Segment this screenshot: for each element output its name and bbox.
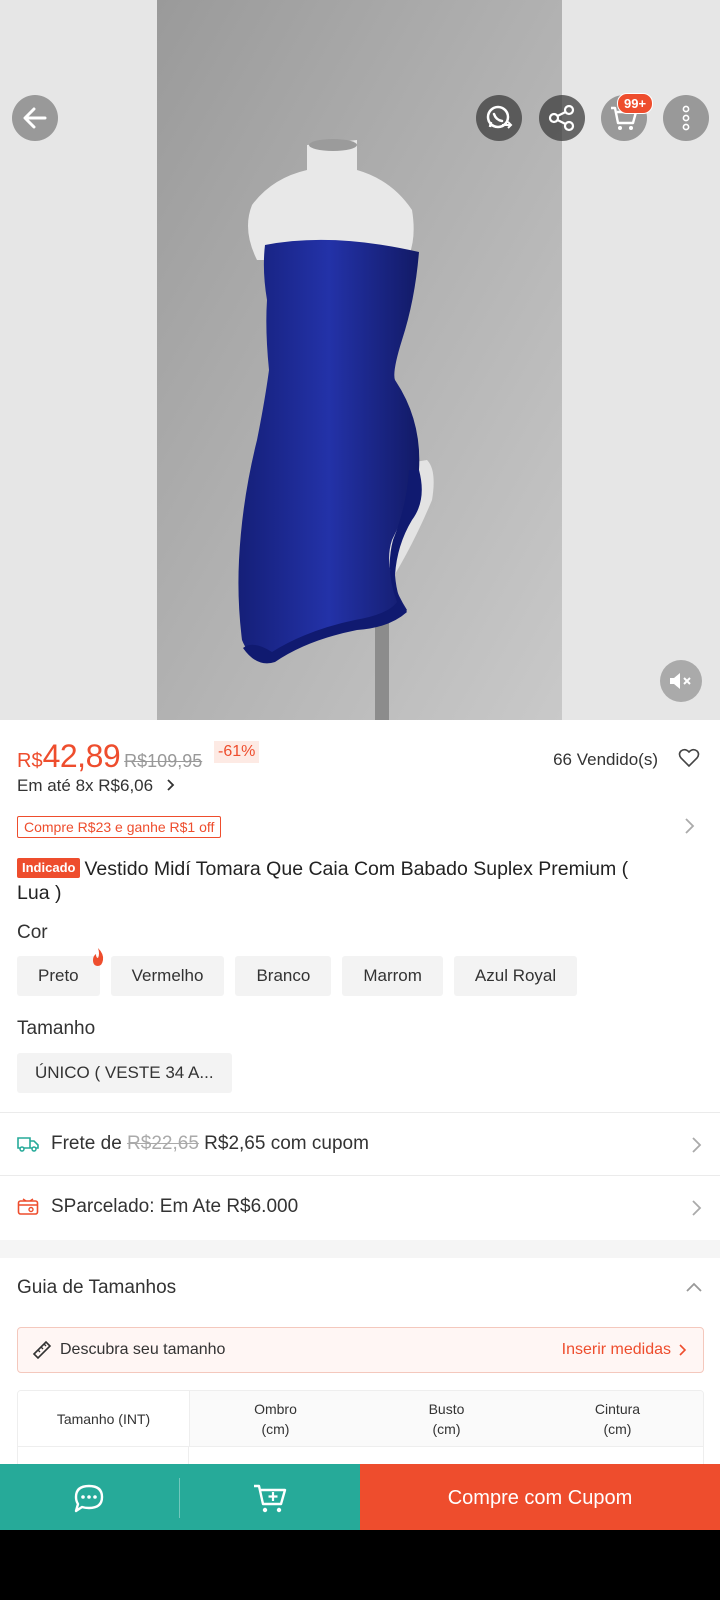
credit-card-icon bbox=[17, 1196, 39, 1218]
header-unit: (cm) bbox=[603, 1420, 632, 1437]
color-option[interactable]: Azul Royal bbox=[453, 956, 578, 996]
back-arrow-icon bbox=[23, 107, 47, 129]
shipping-old-price: R$22,65 bbox=[127, 1133, 199, 1154]
chevron-right-icon bbox=[167, 779, 175, 791]
favorite-heart-icon[interactable] bbox=[678, 748, 700, 768]
back-button[interactable] bbox=[12, 95, 58, 141]
bottom-action-bar: Compre com Cupom bbox=[0, 1464, 720, 1530]
insert-measures-link[interactable]: Inserir medidas bbox=[562, 1341, 671, 1359]
color-label: Cor bbox=[17, 922, 48, 943]
size-table-header-cell: Busto (cm) bbox=[361, 1391, 532, 1446]
chevron-right-icon bbox=[679, 1344, 687, 1356]
recommended-badge: Indicado bbox=[17, 858, 81, 878]
original-price: R$109,95 bbox=[124, 751, 203, 771]
find-size-banner[interactable]: Descubra seu tamanho Inserir medidas bbox=[17, 1327, 704, 1373]
installment-plan-text: SParcelado: Em Ate R$6.000 bbox=[51, 1196, 299, 1217]
header-text: Cintura bbox=[594, 1400, 641, 1417]
discount-badge: -61% bbox=[214, 741, 260, 763]
cart-count-badge: 99+ bbox=[617, 93, 654, 114]
size-label: Tamanho bbox=[17, 1018, 96, 1039]
shipping-new-price: R$2,65 com cupom bbox=[204, 1133, 369, 1154]
share-button[interactable] bbox=[539, 95, 585, 141]
color-option[interactable]: Vermelho bbox=[110, 956, 225, 996]
find-size-label: Descubra seu tamanho bbox=[60, 1341, 226, 1358]
chat-icon bbox=[74, 1484, 104, 1513]
chat-button[interactable] bbox=[0, 1464, 180, 1530]
installment-plan-row[interactable]: SParcelado: Em Ate R$6.000 bbox=[17, 1176, 703, 1238]
chevron-up-icon[interactable] bbox=[684, 1281, 704, 1293]
header-unit: (cm) bbox=[261, 1420, 290, 1437]
product-page: 99+ R$ 42,89 R$109,95 -61% 66 Vendido(s)… bbox=[0, 0, 720, 1530]
divider bbox=[179, 1478, 180, 1518]
size-table-header: Tamanho (INT) Ombro (cm) Busto (cm) Cintur… bbox=[18, 1391, 703, 1447]
whatsapp-share-icon bbox=[486, 105, 513, 129]
current-price: 42,89 bbox=[42, 738, 121, 774]
size-table-header-cell: Tamanho (INT) bbox=[18, 1391, 190, 1446]
color-option-label: Preto bbox=[38, 966, 79, 985]
mute-button[interactable] bbox=[660, 660, 702, 702]
color-option-label: Branco bbox=[256, 966, 311, 985]
color-option-label: Marrom bbox=[363, 966, 422, 985]
color-option[interactable]: Marrom bbox=[342, 956, 443, 996]
add-to-cart-icon bbox=[254, 1484, 287, 1513]
header-text: Busto bbox=[428, 1400, 465, 1417]
color-option-label: Azul Royal bbox=[474, 966, 557, 985]
mute-icon bbox=[670, 673, 691, 689]
size-option[interactable]: ÚNICO ( VESTE 34 A... bbox=[17, 1053, 232, 1093]
truck-icon bbox=[17, 1133, 39, 1155]
product-title-text: Vestido Midí Tomara Que Caia Com Babado … bbox=[17, 858, 629, 904]
installments-text: Em até 8x R$6,06 bbox=[17, 776, 154, 795]
whatsapp-share-button[interactable] bbox=[476, 95, 522, 141]
share-icon bbox=[548, 104, 575, 132]
size-table-header-cell: Ombro (cm) bbox=[190, 1391, 361, 1446]
header-text: Tamanho (INT) bbox=[56, 1410, 151, 1427]
size-table-header-cell: Cintura (cm) bbox=[532, 1391, 703, 1446]
chevron-right-icon bbox=[692, 1200, 702, 1216]
add-to-cart-button[interactable] bbox=[180, 1464, 360, 1530]
product-title: Indicado Vestido Midí Tomara Que Caia Com… bbox=[17, 857, 657, 905]
shipping-prefix: Frete de bbox=[51, 1133, 122, 1154]
more-vertical-icon bbox=[682, 105, 690, 131]
installments-link[interactable]: Em até 8x R$6,06 bbox=[17, 776, 178, 796]
size-options: ÚNICO ( VESTE 34 A... bbox=[17, 1053, 232, 1093]
shipping-row[interactable]: Frete de R$22,65 R$2,65 com cupom bbox=[17, 1113, 703, 1175]
color-option[interactable]: Branco bbox=[235, 956, 332, 996]
chevron-right-icon bbox=[692, 1137, 702, 1153]
buy-with-coupon-button[interactable]: Compre com Cupom bbox=[360, 1464, 720, 1530]
sold-count: 66 Vendido(s) bbox=[553, 750, 658, 769]
more-options-button[interactable] bbox=[663, 95, 709, 141]
color-option[interactable]: Preto bbox=[17, 948, 103, 996]
coupon-tag[interactable]: Compre R$23 e ganhe R$1 off bbox=[17, 816, 222, 838]
price-row: R$ 42,89 R$109,95 bbox=[17, 738, 202, 775]
fire-icon bbox=[92, 948, 103, 966]
size-guide-title: Guia de Tamanhos bbox=[17, 1277, 177, 1298]
section-gap bbox=[0, 1240, 720, 1258]
shipping-text: Frete de R$22,65 R$2,65 com cupom bbox=[51, 1133, 369, 1155]
size-option-label: ÚNICO ( VESTE 34 A... bbox=[35, 1063, 214, 1082]
chevron-right-icon[interactable] bbox=[684, 816, 696, 836]
color-options: Preto Vermelho Branco Marrom Azul Royal bbox=[17, 948, 578, 996]
header-text: Ombro bbox=[254, 1400, 297, 1417]
ruler-icon bbox=[32, 1340, 52, 1360]
header-unit: (cm) bbox=[432, 1420, 461, 1437]
color-option-label: Vermelho bbox=[131, 966, 204, 985]
price-currency: R$ bbox=[17, 750, 43, 772]
product-media[interactable]: 99+ bbox=[0, 0, 720, 720]
